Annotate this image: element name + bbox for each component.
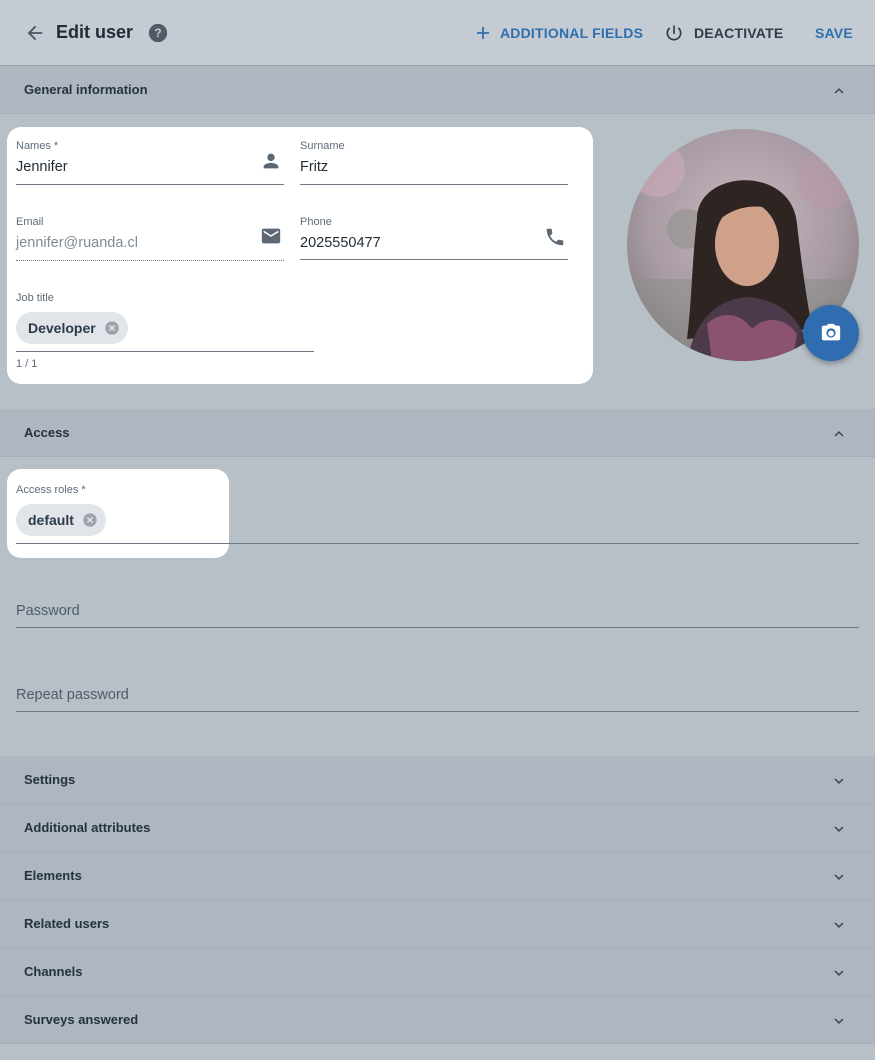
top-bar: Edit user ? ADDITIONAL FIELDS DEACTIVATE… [0, 0, 875, 66]
chevron-up-icon[interactable] [830, 425, 848, 443]
mail-icon [261, 228, 281, 244]
section-label: Surveys answered [24, 1012, 139, 1027]
power-icon [666, 25, 682, 41]
chevron-down-icon[interactable] [830, 772, 848, 790]
phone-input[interactable]: 2025550477 [300, 235, 381, 251]
remove-chip-icon[interactable] [82, 512, 98, 528]
password-underline [16, 627, 859, 628]
save-label: SAVE [815, 25, 853, 41]
chip-label: default [28, 512, 74, 528]
access-role-chip[interactable]: default [16, 504, 106, 536]
email-field[interactable]: jennifer@ruanda.cl [16, 235, 138, 251]
surname-input[interactable]: Fritz [300, 159, 328, 175]
names-label: Names * [16, 140, 59, 152]
chevron-down-icon[interactable] [830, 820, 848, 838]
person-icon [263, 153, 279, 169]
help-icon[interactable]: ? [147, 22, 169, 44]
surname-underline [300, 184, 568, 185]
section-access[interactable]: Access [0, 409, 875, 457]
change-photo-button[interactable] [803, 305, 859, 361]
deactivate-label: DEACTIVATE [694, 25, 784, 41]
additional-fields-button[interactable]: ADDITIONAL FIELDS [476, 23, 643, 43]
svg-text:?: ? [154, 26, 161, 40]
repeat-password-underline [16, 711, 859, 712]
email-underline [16, 260, 284, 261]
email-label: Email [16, 216, 44, 228]
section-label: Related users [24, 916, 110, 931]
section-label: Access [24, 425, 70, 440]
access-roles-underline [16, 543, 859, 544]
back-arrow-icon[interactable] [24, 22, 46, 44]
chevron-down-icon[interactable] [830, 916, 848, 934]
plus-icon [477, 27, 489, 39]
chevron-down-icon[interactable] [830, 964, 848, 982]
phone-label: Phone [300, 216, 332, 228]
section-label: General information [24, 82, 148, 97]
chip-label: Developer [28, 320, 96, 336]
additional-fields-label: ADDITIONAL FIELDS [500, 25, 644, 41]
section-surveys-answered[interactable]: Surveys answered [0, 996, 875, 1044]
chevron-down-icon[interactable] [830, 868, 848, 886]
section-related-users[interactable]: Related users [0, 900, 875, 948]
section-channels[interactable]: Channels [0, 948, 875, 996]
general-info-card: Names * Jennifer Surname Fritz Email jen… [7, 127, 593, 384]
job-title-underline [16, 351, 314, 352]
names-input[interactable]: Jennifer [16, 159, 68, 175]
access-roles-label: Access roles * [16, 484, 86, 496]
job-title-chip[interactable]: Developer [16, 312, 128, 344]
section-label: Channels [24, 964, 83, 979]
phone-underline [300, 259, 568, 260]
access-roles-card: Access roles * default [7, 469, 229, 558]
page-title: Edit user [56, 22, 134, 42]
password-field[interactable]: Password [16, 603, 80, 619]
section-additional-attributes[interactable]: Additional attributes [0, 804, 875, 852]
section-settings[interactable]: Settings [0, 756, 875, 804]
chevron-down-icon[interactable] [830, 1012, 848, 1030]
phone-icon [546, 228, 564, 246]
save-button[interactable]: SAVE [815, 23, 853, 43]
names-underline [16, 184, 284, 185]
section-elements[interactable]: Elements [0, 852, 875, 900]
section-label: Settings [24, 772, 76, 787]
job-title-counter: 1 / 1 [16, 358, 38, 370]
job-title-label: Job title [16, 292, 54, 304]
section-general-information[interactable]: General information [0, 66, 875, 114]
surname-label: Surname [300, 140, 345, 152]
remove-chip-icon[interactable] [104, 320, 120, 336]
section-label: Elements [24, 868, 82, 883]
camera-icon [821, 323, 841, 341]
section-label: Additional attributes [24, 820, 151, 835]
repeat-password-field[interactable]: Repeat password [16, 687, 129, 703]
chevron-up-icon[interactable] [830, 82, 848, 100]
deactivate-button[interactable]: DEACTIVATE [664, 23, 783, 43]
